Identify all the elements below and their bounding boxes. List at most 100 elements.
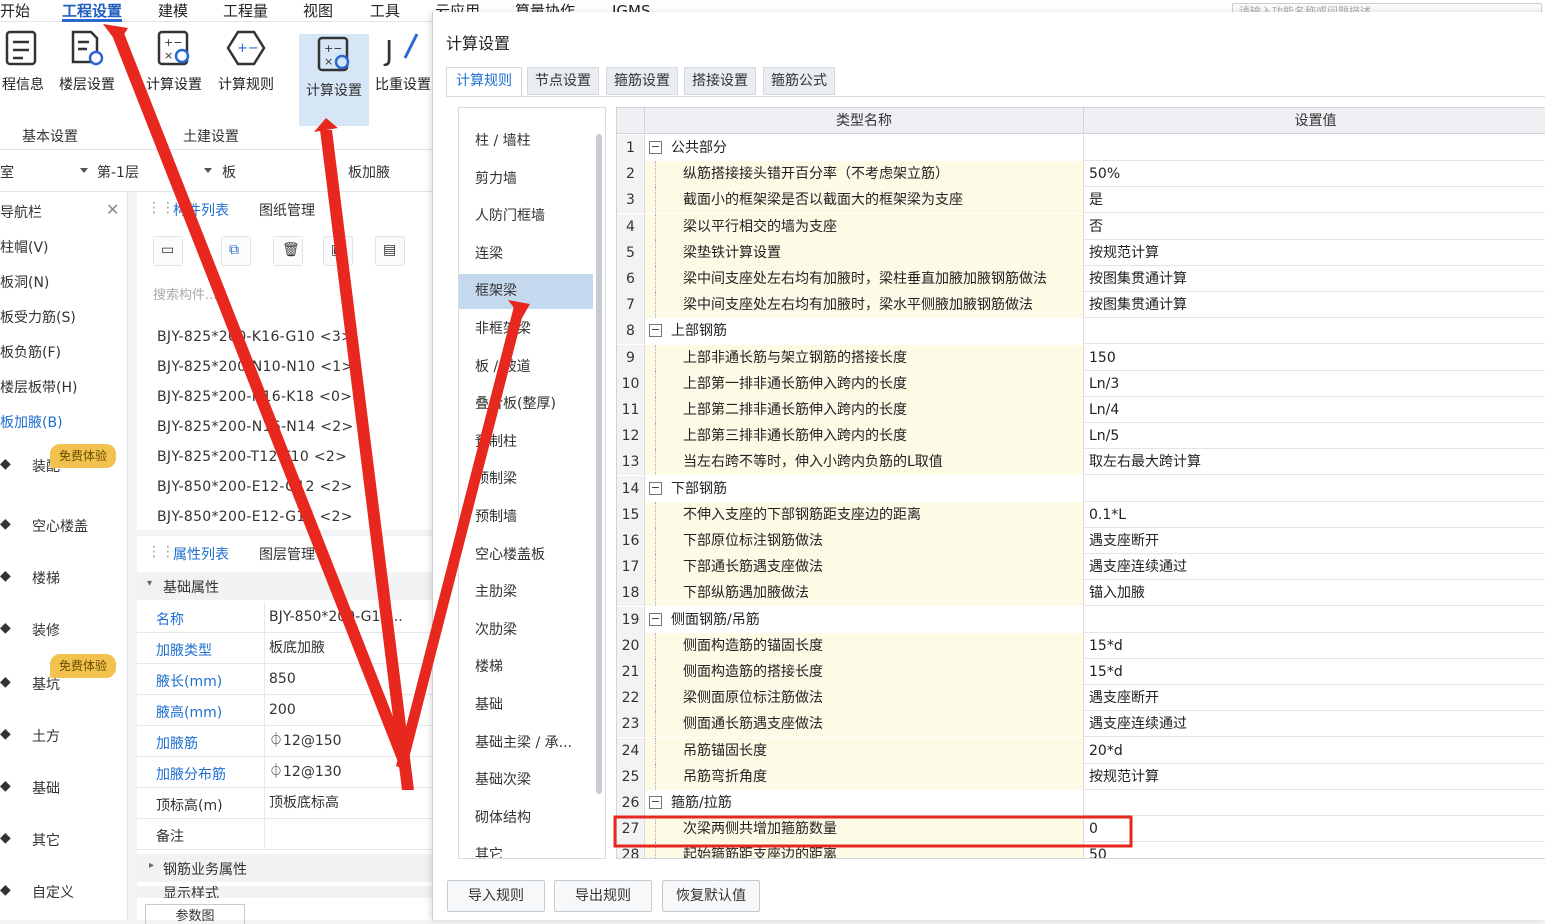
nav-item-neg-rebar[interactable]: 板负筋(F) [0, 342, 61, 362]
rule-value-cell[interactable]: 否 [1084, 214, 1545, 240]
free-trial-badge[interactable]: 免费体验 [50, 654, 116, 678]
rule-value-cell[interactable]: 20*d [1084, 738, 1545, 764]
weight-settings-button[interactable]: J 比重设置 [374, 28, 432, 120]
tab-property-list[interactable]: 属性列表 [173, 544, 229, 564]
property-value-field[interactable] [264, 819, 414, 849]
list-item[interactable]: BJY-825*200-T12-T10 <2> [157, 449, 347, 465]
list-item[interactable]: BJY-825*200-N10-N10 <1> [157, 359, 354, 375]
rule-value-cell[interactable]: 按规范计算 [1084, 764, 1545, 790]
menu-start[interactable]: 开始 [0, 0, 30, 22]
list-item[interactable]: BJY-825*200-K16-G10 <3> [157, 329, 353, 345]
list-item[interactable]: BJY-825*200-N16-K18 <0> [157, 389, 352, 405]
table-row[interactable]: 2 纵筋搭接接头错开百分率（不考虑架立筋） 50% [617, 161, 1545, 188]
nav-item-column-cap[interactable]: 柱帽(V) [0, 237, 49, 257]
list-item[interactable]: BJY-850*200-E12-G12 <2> [157, 479, 353, 495]
rule-value-cell[interactable]: 遇支座断开 [1084, 685, 1545, 711]
table-row[interactable]: 22 梁侧面原位标注筋做法 遇支座断开 [617, 685, 1545, 712]
close-icon[interactable]: ✕ [106, 200, 119, 219]
item-select[interactable]: 板加腋 [348, 162, 390, 182]
rule-value-cell[interactable]: 按图集贯通计算 [1084, 292, 1545, 318]
section-display-style[interactable]: 显示样式 [137, 886, 432, 898]
category-item[interactable]: 连梁 [459, 237, 593, 272]
delete-button[interactable]: 🗑 [273, 236, 303, 266]
menu-view[interactable]: 视图 [303, 0, 333, 22]
table-row[interactable]: 28 起始箍筋距支座边的距离 50 [617, 842, 1545, 858]
table-row[interactable]: 20 侧面构造筋的锚固长度 15*d [617, 632, 1545, 659]
table-row[interactable]: 14− 下部钢筋 [617, 475, 1545, 502]
category-item[interactable]: 预制柱 [459, 425, 593, 460]
table-row[interactable]: 15 不伸入支座的下部钢筋距支座边的距离 0.1*L [617, 501, 1545, 528]
collapse-toggle-icon[interactable]: − [649, 481, 662, 495]
tab-drawing-management[interactable]: 图纸管理 [259, 200, 315, 220]
collapse-toggle-icon[interactable]: − [649, 612, 662, 626]
category-item[interactable]: 楼梯 [459, 650, 593, 685]
free-trial-badge[interactable]: 免费体验 [50, 444, 116, 468]
export-rules-button[interactable]: 导出规则 [554, 880, 652, 912]
table-row[interactable]: 10 上部第一排非通长筋伸入跨内的长度 Ln/3 [617, 370, 1545, 397]
list-item[interactable]: BJY-825*200-N16-N14 <2> [157, 419, 354, 435]
rule-value-cell[interactable]: Ln/5 [1084, 423, 1545, 449]
category-item[interactable]: 次肋梁 [459, 613, 593, 648]
nav-cat-decoration[interactable]: ◆ 装修 [0, 610, 128, 650]
rule-value-cell[interactable]: 150 [1084, 345, 1545, 371]
table-row[interactable]: 5 梁垫铁计算设置 按规范计算 [617, 239, 1545, 266]
category-item[interactable]: 预制梁 [459, 462, 593, 497]
table-row[interactable]: 6 梁中间支座处左右均有加腋时，梁柱垂直加腋加腋钢筋做法 按图集贯通计算 [617, 266, 1545, 292]
menu-project-settings[interactable]: 工程设置 [62, 0, 123, 22]
table-row[interactable]: 25 吊筋弯折角度 按规范计算 [617, 763, 1545, 790]
tab-lap-settings[interactable]: 搭接设置 [684, 67, 756, 95]
property-value-field[interactable]: BJY-850*200-G12... [264, 602, 414, 632]
nav-item-floor-strip[interactable]: 楼层板带(H) [0, 377, 77, 397]
import-rules-button[interactable]: 导入规则 [447, 880, 545, 912]
table-row[interactable]: 7 梁中间支座处左右均有加腋时，梁水平侧腋加腋钢筋做法 按图集贯通计算 [617, 292, 1545, 319]
collapse-toggle-icon[interactable]: − [649, 324, 662, 338]
nav-cat-hollow-slab[interactable]: ◆ 空心楼盖 [0, 506, 128, 546]
section-rebar-properties[interactable]: ▸ 钢筋业务属性 [137, 854, 432, 882]
rule-value-cell[interactable]: 锚入加腋 [1084, 580, 1545, 606]
table-row[interactable]: 1− 公共部分 [617, 135, 1545, 161]
rule-value-cell[interactable]: 15*d [1084, 659, 1545, 685]
drag-handle-icon[interactable]: ⋮⋮ [147, 544, 175, 560]
rule-value-cell[interactable]: 0 [1084, 816, 1545, 842]
table-row[interactable]: 21 侧面构造筋的搭接长度 15*d [617, 659, 1545, 685]
floor-select[interactable]: 第-1层 [97, 162, 139, 182]
category-item[interactable]: 剪力墙 [459, 162, 593, 197]
table-row[interactable]: 11 上部第二排非通长筋伸入跨内的长度 Ln/4 [617, 397, 1545, 423]
property-value-field[interactable]: 顶板底标高 [264, 788, 414, 818]
category-item[interactable]: 基础 [459, 688, 593, 723]
rule-value-cell[interactable]: 0.1*L [1084, 502, 1545, 528]
category-item[interactable]: 框架梁 [459, 274, 593, 310]
collapse-toggle-icon[interactable]: − [649, 796, 662, 809]
menu-quantity[interactable]: 工程量 [223, 0, 268, 22]
category-item[interactable]: 砌体结构 [459, 801, 593, 836]
calc-settings-button[interactable]: +− × 计算设置 [140, 28, 208, 120]
nav-cat-earthwork[interactable]: ◆ 土方 [0, 716, 128, 756]
table-row[interactable]: 27 次梁两侧共增加箍筋数量 0 [617, 816, 1545, 843]
category-item[interactable]: 叠合板(整厚) [459, 387, 593, 422]
nav-item-slab-haunch[interactable]: 板加腋(B) [0, 412, 63, 432]
copy-button[interactable]: ⧉ [221, 236, 251, 266]
category-scrollbar[interactable] [596, 134, 602, 794]
table-row[interactable]: 16 下部原位标注钢筋做法 遇支座断开 [617, 528, 1545, 554]
table-row[interactable]: 13 当左右跨不等时，伸入小跨内负筋的L取值 取左右最大跨计算 [617, 449, 1545, 476]
table-row[interactable]: 12 上部第三排非通长筋伸入跨内的长度 Ln/5 [617, 423, 1545, 450]
tab-component-list[interactable]: 构件列表 [173, 200, 229, 220]
param-diagram-button[interactable]: 参数图 [145, 904, 245, 924]
tab-node-settings[interactable]: 节点设置 [527, 67, 599, 95]
rule-value-cell[interactable]: Ln/4 [1084, 397, 1545, 423]
table-row[interactable]: 3 截面小的框架梁是否以截面大的框架梁为支座 是 [617, 187, 1545, 214]
category-item[interactable]: 柱 / 墙柱 [459, 124, 593, 159]
table-row[interactable]: 9 上部非通长筋与架立钢筋的搭接长度 150 [617, 344, 1545, 371]
new-component-button[interactable]: ▭ [153, 236, 183, 266]
category-item[interactable]: 人防门框墙 [459, 199, 593, 234]
table-row[interactable]: 23 侧面通长筋遇支座做法 遇支座连续通过 [617, 711, 1545, 738]
section-basic-properties[interactable]: ▾ 基础属性 [137, 572, 432, 600]
nav-cat-foundation[interactable]: ◆ 基础 [0, 768, 128, 808]
category-item[interactable]: 空心楼盖板 [459, 538, 593, 573]
rule-value-cell[interactable]: 按规范计算 [1084, 240, 1545, 266]
menu-tools[interactable]: 工具 [370, 0, 400, 22]
table-row[interactable]: 24 吊筋锚固长度 20*d [617, 737, 1545, 764]
rule-value-cell[interactable]: 按图集贯通计算 [1084, 266, 1545, 292]
restore-defaults-button[interactable]: 恢复默认值 [662, 880, 760, 912]
category-item[interactable]: 基础主梁 / 承... [459, 726, 593, 761]
